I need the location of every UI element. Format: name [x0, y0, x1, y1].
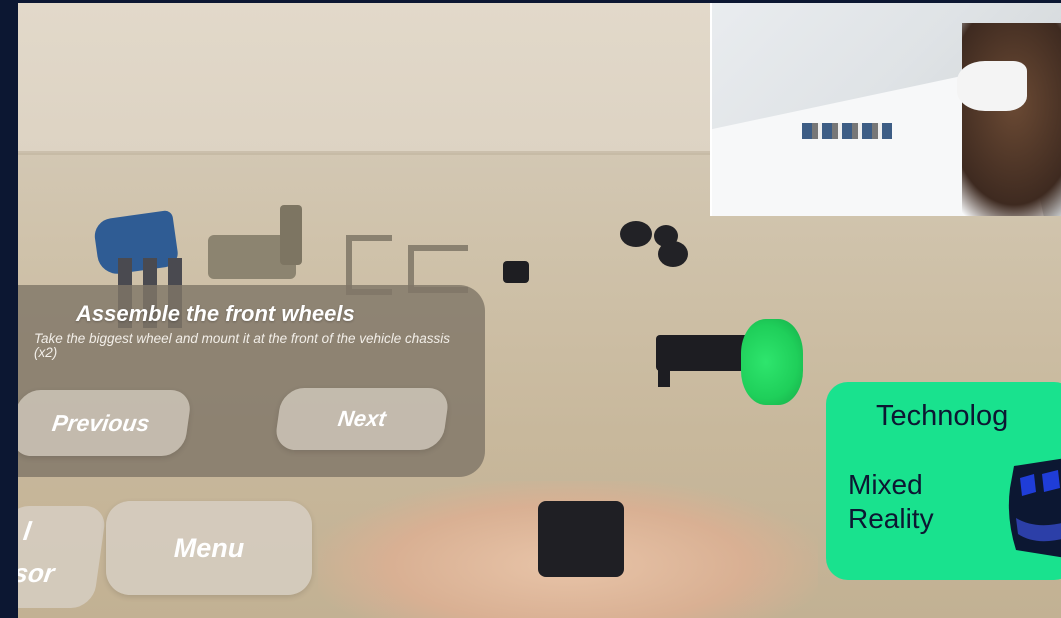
hologram-chassis-post — [658, 343, 670, 387]
technology-subtitle: Mixed Reality — [848, 468, 934, 536]
small-black-part — [503, 261, 529, 283]
virtual-cursor-label-line1: l — [21, 516, 33, 546]
technology-title: Technolog — [876, 400, 1009, 432]
third-person-camera-inset — [710, 3, 1061, 216]
grey-vehicle-part-upright — [280, 205, 302, 265]
inset-headset — [957, 61, 1027, 111]
technology-card: Technolog Mixed Reality — [826, 382, 1061, 580]
previous-button[interactable]: Previous — [18, 390, 193, 456]
inset-person — [962, 23, 1061, 216]
next-button[interactable]: Next — [273, 388, 451, 450]
instruction-description: Take the biggest wheel and mount it at t… — [34, 331, 451, 360]
technology-subtitle-line1: Mixed — [848, 469, 923, 500]
held-wheel-part — [538, 501, 624, 577]
technology-subtitle-line2: Reality — [848, 503, 934, 534]
menu-button[interactable]: Menu — [106, 501, 312, 595]
inset-parts — [802, 123, 892, 139]
vr-headset-icon — [1006, 458, 1061, 558]
virtual-cursor-label-line2: sor — [18, 558, 57, 588]
instruction-title: Assemble the front wheels — [76, 301, 355, 326]
blue-vehicle-part — [92, 209, 180, 277]
small-wheel — [620, 221, 652, 247]
virtual-cursor-button[interactable]: l sor — [18, 506, 108, 608]
hologram-green-wheel — [741, 319, 803, 405]
instruction-panel: Assemble the front wheels Take the bigge… — [18, 285, 485, 477]
frame-border-left — [0, 0, 18, 618]
small-wheel — [658, 241, 688, 267]
